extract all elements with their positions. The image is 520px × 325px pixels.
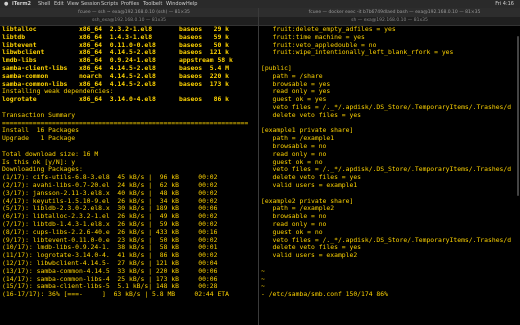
terminal-line: Downloading Packages: bbox=[2, 166, 83, 174]
menu-window[interactable]: Window bbox=[166, 0, 186, 8]
terminal-line: delete veto files = yes bbox=[261, 174, 362, 182]
terminal-line: logrotate x86_64 3.14.0-4.el8 baseos 86 … bbox=[2, 96, 230, 104]
menu-view[interactable]: View bbox=[67, 0, 79, 8]
terminal-line: [example2 private share] bbox=[261, 197, 354, 205]
terminal-line: lmdb-libs x86_64 0.9.24-1.el8 appstream … bbox=[2, 57, 233, 65]
terminal-line: - /etc/samba/smb.conf 150/174 86% bbox=[261, 291, 388, 299]
left-tab-label: ssh_exa@192.168.0.10 — 81x35 bbox=[92, 18, 166, 23]
scrollbar[interactable] bbox=[517, 36, 519, 196]
terminal-line: path = /share bbox=[261, 72, 323, 80]
terminal-line: guest ok = yes bbox=[261, 96, 327, 104]
terminal-line: guest ok = no bbox=[261, 158, 323, 166]
terminal-line: samba-common-libs x86_64 4.14.5-2.el8 ba… bbox=[2, 80, 230, 88]
terminal-line: (14/17): samba-common-libs-4 25 kB/s | 1… bbox=[2, 275, 218, 283]
terminal-line: fruit:wipe_intentionally_left_blank_rfor… bbox=[261, 49, 454, 57]
terminal-line: (3/17): jansson-2.11-3.el8.x 40 kB/s | 4… bbox=[2, 189, 218, 197]
terminal-line: Installing weak dependencies: bbox=[2, 88, 114, 96]
terminal-line: read only = yes bbox=[261, 88, 331, 96]
menu-bar: ● iTerm2 Shell Edit View Session Scripts… bbox=[0, 0, 520, 8]
terminal-line: valid users = example2 bbox=[261, 252, 358, 260]
terminal-line: samba-client-libs x86_64 4.14.5-2.el8 ba… bbox=[2, 64, 230, 72]
terminal-line: (4/17): keyutils-1.5.10-9.el 26 kB/s | 3… bbox=[2, 197, 218, 205]
apple-menu-icon[interactable]: ● bbox=[4, 0, 8, 8]
terminal-line: (16-17/17): 36% [===- ] 63 kB/s | 5.8 MB… bbox=[2, 291, 230, 299]
terminal-line: fruit:veto_appledouble = no bbox=[261, 41, 377, 49]
terminal-line: fruit:time machine = yes bbox=[261, 33, 365, 41]
right-terminal-window[interactable]: fcuee — docker exec -it b7b6749dlaed bas… bbox=[258, 8, 520, 325]
terminal-line: veto files = /._*/.apdisk/.DS_Store/.Tem… bbox=[261, 166, 512, 174]
terminal-line: (7/17): libtdb-1.4.3-1.el8.x 26 kB/s | 5… bbox=[2, 220, 218, 228]
terminal-line: samba-common noarch 4.14.5-2.el8 baseos … bbox=[2, 72, 230, 80]
terminal-line: delete veto files = yes bbox=[261, 244, 362, 252]
terminal-line: fruit:delete_empty_adfiles = yes bbox=[261, 26, 396, 33]
terminal-line: (10/17): lmdb-libs-0.9.24-1. 38 kB/s | 5… bbox=[2, 244, 218, 252]
left-terminal-output[interactable]: libtalloc x86_64 2.3.2-1.el8 baseos 29 k… bbox=[2, 26, 256, 325]
terminal-line: (9/17): libtevent-0.11.0-0.e 23 kB/s | 5… bbox=[2, 236, 218, 244]
terminal-line: browsable = no bbox=[261, 142, 327, 150]
terminal-line: Is this ok [y/N]: y bbox=[2, 158, 76, 166]
terminal-line: (11/17): logrotate-3.14.0-4. 41 kB/s | 8… bbox=[2, 252, 218, 260]
menu-shell[interactable]: Shell bbox=[38, 0, 50, 8]
terminal-line: read only = no bbox=[261, 150, 327, 158]
terminal-line: (8/17): cups-libs-2.2.6-40.e 26 kB/s | 4… bbox=[2, 228, 218, 236]
terminal-line: browsable = yes bbox=[261, 80, 331, 88]
terminal-line: path = /example1 bbox=[261, 135, 335, 143]
terminal-line: (15/17): samba-client-libs-5 5.1 kB/s| 1… bbox=[2, 283, 218, 291]
terminal-line: (5/17): libldb-2.3.0-2.el8.x 30 kB/s | 1… bbox=[2, 205, 218, 213]
terminal-line: veto files = /._*/.apdisk/.DS_Store/.Tem… bbox=[261, 103, 512, 111]
terminal-line: (12/17): libwbclient-4.14.5- 27 kB/s | 1… bbox=[2, 259, 218, 267]
terminal-line: browsable = no bbox=[261, 213, 327, 221]
menu-help[interactable]: Help bbox=[186, 0, 197, 8]
terminal-line: [example1 private share] bbox=[261, 127, 354, 135]
terminal-line: Upgrade 1 Package bbox=[2, 135, 76, 143]
terminal-line: valid users = example1 bbox=[261, 181, 358, 189]
menu-edit[interactable]: Edit bbox=[54, 0, 64, 8]
terminal-line: libtevent x86_64 0.11.0-0.el8 baseos 50 … bbox=[2, 41, 230, 49]
left-tab[interactable]: ssh_exa@192.168.0.10 — 81x35 bbox=[0, 17, 258, 26]
terminal-line: ========================================… bbox=[2, 119, 249, 127]
terminal-line: libtdb x86_64 1.4.3-1.el8 baseos 59 k bbox=[2, 33, 230, 41]
right-tab-label: sh — exa@192.168.0.10 — 81x35 bbox=[351, 18, 428, 23]
right-tab[interactable]: sh — exa@192.168.0.10 — 81x35 bbox=[259, 17, 520, 26]
terminal-line: (6/17): libtalloc-2.3.2-1.el 26 kB/s | 4… bbox=[2, 213, 218, 221]
terminal-line: (2/17): avahi-libs-0.7-20.el 24 kB/s | 6… bbox=[2, 181, 218, 189]
menu-profiles[interactable]: Profiles bbox=[121, 0, 139, 8]
terminal-line: (1/17): cifs-utils-6.8-3.el8 45 kB/s | 9… bbox=[2, 174, 218, 182]
terminal-line: [public] bbox=[261, 64, 292, 72]
terminal-line: guest ok = no bbox=[261, 228, 323, 236]
terminal-line: (13/17): samba-common-4.14.5 33 kB/s | 2… bbox=[2, 267, 218, 275]
terminal-line: delete veto files = yes bbox=[261, 111, 362, 119]
right-window-title: fcuee — docker exec -it b7b6749dlaed bas… bbox=[308, 10, 481, 15]
terminal-line: veto files = /._*/.apdisk/.DS_Store/.Tem… bbox=[261, 236, 512, 244]
app-name[interactable]: iTerm2 bbox=[12, 0, 31, 8]
terminal-line: Transaction Summary bbox=[2, 111, 76, 119]
terminal-line: path = /example2 bbox=[261, 205, 335, 213]
terminal-line: ~ bbox=[261, 267, 265, 275]
left-window-title: fcuee — ssh ~ exa@192.168.0.10 (ssh) — 8… bbox=[78, 10, 190, 15]
menu-session[interactable]: Session bbox=[81, 0, 100, 8]
terminal-line: ~ bbox=[261, 283, 265, 291]
terminal-line: read only = no bbox=[261, 220, 327, 228]
terminal-line: Install 16 Packages bbox=[2, 127, 79, 135]
terminal-line: libwbclient x86_64 4.14.5-2.el8 baseos 1… bbox=[2, 49, 230, 57]
menubar-clock: Fri 4:16 bbox=[495, 1, 514, 7]
menu-scripts[interactable]: Scripts bbox=[101, 0, 118, 8]
terminal-line: ~ bbox=[261, 275, 265, 283]
menu-toolbelt[interactable]: Toolbelt bbox=[143, 0, 162, 8]
right-terminal-output[interactable]: fruit:delete_empty_adfiles = yes fruit:t… bbox=[261, 26, 518, 325]
left-terminal-window[interactable]: fcuee — ssh ~ exa@192.168.0.10 (ssh) — 8… bbox=[0, 8, 258, 325]
terminal-line: libtalloc x86_64 2.3.2-1.el8 baseos 29 k bbox=[2, 26, 230, 33]
terminal-line: Total download size: 16 M bbox=[2, 150, 99, 158]
